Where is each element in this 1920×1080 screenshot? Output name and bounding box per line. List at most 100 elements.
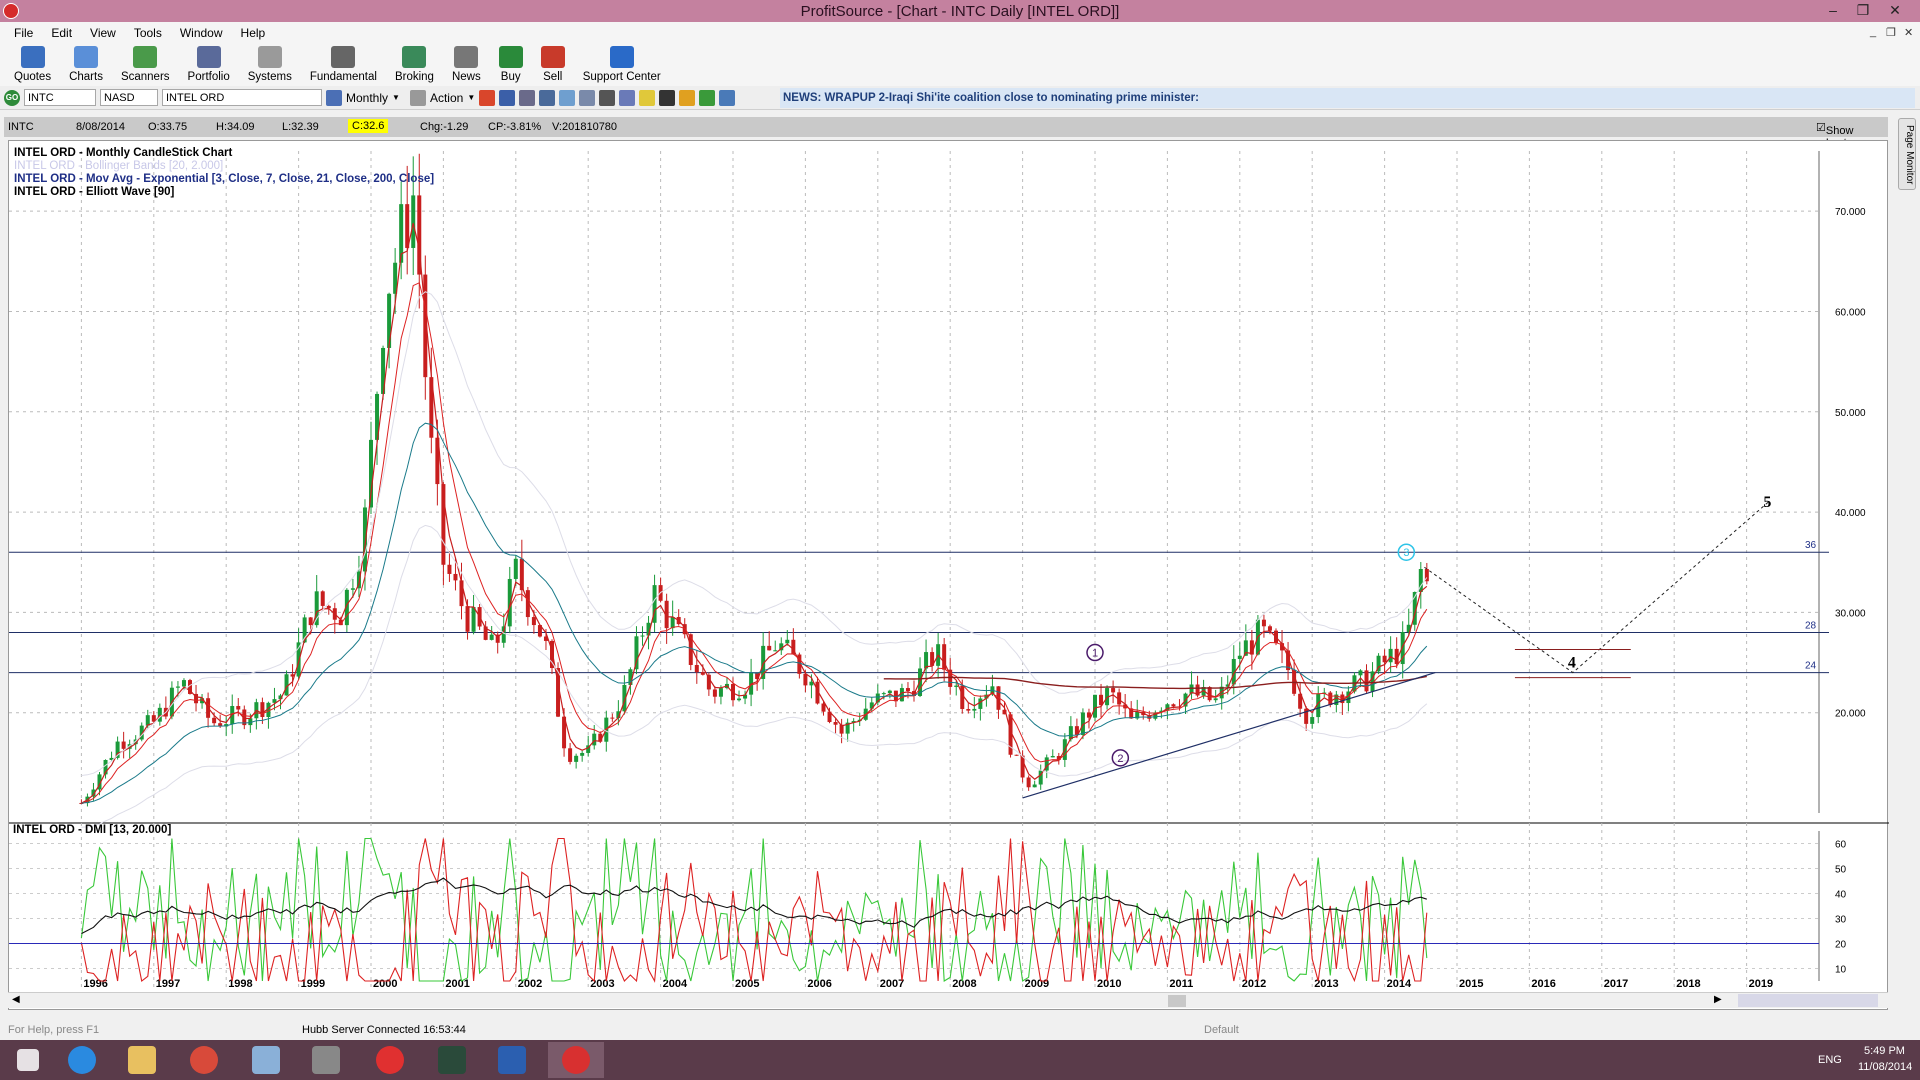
legend-elliott-wave[interactable]: INTEL ORD - Elliott Wave [90] [14, 186, 434, 199]
toolbar-scanners-button[interactable]: Scanners [117, 44, 174, 86]
candle-body [387, 293, 392, 348]
star-icon[interactable] [679, 89, 696, 106]
toolbar-broking-button[interactable]: Broking [391, 44, 438, 86]
save-icon[interactable] [499, 89, 516, 106]
year-tick-label: 2019 [1749, 978, 1773, 990]
news-ticker[interactable]: NEWS: WRAPUP 2-Iraqi Shi'ite coalition c… [780, 88, 1915, 108]
toolbar-systems-button[interactable]: Systems [244, 44, 296, 86]
toolbar-charts-button[interactable]: Charts [65, 44, 107, 86]
quote-change: Chg:-1.29 [420, 121, 469, 133]
mdi-close-icon[interactable]: ✕ [1904, 26, 1913, 39]
toolbar-portfolio-button[interactable]: Portfolio [184, 44, 234, 86]
candle-body [1388, 648, 1393, 663]
elliott-wave-label: 1 [1092, 648, 1098, 660]
legend-candlestick[interactable]: INTEL ORD - Monthly CandleStick Chart [14, 147, 434, 160]
menu-tools[interactable]: Tools [126, 26, 170, 40]
period-dropdown[interactable]: Monthly [346, 91, 388, 105]
toolbar-fundamental-button[interactable]: Fundamental [306, 44, 381, 86]
candle-body [881, 693, 886, 695]
internet-explorer-icon[interactable] [54, 1042, 110, 1078]
tray-date[interactable]: 11/08/2014 [1858, 1061, 1912, 1073]
file-explorer-icon[interactable] [114, 1042, 170, 1078]
tray-time[interactable]: 5:49 PM [1864, 1045, 1905, 1057]
candle-body [809, 681, 814, 686]
indicator-icon[interactable] [619, 89, 636, 106]
dmi-title: INTEL ORD - DMI [13, 20.000] [13, 824, 171, 836]
dmi-tick-label: 20 [1835, 940, 1847, 951]
legend-bollinger[interactable]: INTEL ORD - Bollinger Bands [20, 2.000] [14, 160, 434, 173]
trade-icon[interactable] [699, 89, 716, 106]
symbol-input[interactable] [24, 89, 96, 106]
candle-body [580, 752, 585, 756]
candle-body [1111, 688, 1116, 693]
restore-icon[interactable]: ❐ [1848, 0, 1878, 22]
menu-edit[interactable]: Edit [43, 26, 80, 40]
year-tick-label: 2009 [1025, 978, 1049, 990]
toolbar-news-button[interactable]: News [448, 44, 485, 86]
security-name-input[interactable] [162, 89, 322, 106]
tools-icon[interactable] [599, 89, 616, 106]
tray-language[interactable]: ENG [1818, 1054, 1842, 1066]
window-icon[interactable] [579, 89, 596, 106]
lightbulb-icon[interactable] [639, 89, 656, 106]
mdi-minimize-icon[interactable]: _ [1870, 26, 1876, 38]
word-icon[interactable] [484, 1042, 540, 1078]
legend-moving-average[interactable]: INTEL ORD - Mov Avg - Exponential [3, Cl… [14, 173, 434, 186]
quote-symbol: INTC [8, 121, 34, 133]
action-chevron-down-icon[interactable]: ▼ [467, 93, 475, 102]
toolbar-sell-button[interactable]: Sell [537, 44, 569, 86]
settings-icon[interactable] [519, 89, 536, 106]
menu-file[interactable]: File [6, 26, 41, 40]
action-dropdown[interactable]: Action [430, 91, 463, 105]
go-icon[interactable]: GO [4, 89, 20, 106]
toolbar-support-center-button[interactable]: Support Center [579, 44, 665, 86]
media-icon[interactable] [298, 1042, 354, 1078]
windows-start-icon[interactable] [0, 1042, 56, 1078]
profitsource-icon[interactable] [548, 1042, 604, 1078]
toolbar-buy-button[interactable]: Buy [495, 44, 527, 86]
candle-body [350, 588, 355, 590]
candle-body [471, 607, 476, 632]
scroll-right-icon[interactable]: ▶ [1714, 994, 1722, 1005]
candle-body [785, 639, 790, 644]
binoculars-icon[interactable] [659, 89, 676, 106]
horizontal-scrollbar[interactable]: ◀ ▶ [8, 992, 1888, 1008]
bollinger-lower-line [81, 524, 1428, 828]
toolbar-label: Fundamental [309, 71, 377, 83]
print-icon[interactable] [539, 89, 556, 106]
quote-volume: V:201810780 [552, 121, 618, 133]
scroll-left-icon[interactable]: ◀ [12, 994, 20, 1005]
candle-body [1026, 777, 1031, 788]
arrow-down-icon[interactable] [479, 89, 496, 106]
mdi-restore-icon[interactable]: ❐ [1886, 26, 1896, 39]
menu-view[interactable]: View [82, 26, 124, 40]
menu-window[interactable]: Window [172, 26, 231, 40]
year-tick-label: 2015 [1459, 978, 1483, 990]
candle-body [489, 634, 494, 640]
toolbar-label: Sell [543, 71, 563, 83]
tree-icon[interactable] [719, 89, 736, 106]
minimize-icon[interactable]: – [1818, 0, 1848, 22]
go-app-icon[interactable] [424, 1042, 480, 1078]
show-last-checkbox[interactable]: ☑ Show Last [1816, 121, 1853, 149]
chrome-icon[interactable] [176, 1042, 232, 1078]
candle-body [1171, 704, 1176, 707]
page-monitor-tab[interactable]: Page Monitor [1898, 118, 1916, 190]
toolbar-quotes-button[interactable]: Quotes [10, 44, 55, 86]
level-label: 28 [1805, 620, 1817, 631]
title-bar: ProfitSource - [Chart - INTC Daily [INTE… [0, 0, 1920, 22]
app-red-icon[interactable] [362, 1042, 418, 1078]
calculator-icon[interactable] [238, 1042, 294, 1078]
period-chevron-down-icon[interactable]: ▼ [392, 93, 400, 102]
toolbar-label: Quotes [14, 71, 52, 83]
zoom-controls[interactable] [1738, 994, 1878, 1007]
exchange-select[interactable] [100, 89, 158, 106]
scroll-thumb[interactable] [1168, 995, 1186, 1007]
zoom-icon[interactable] [559, 89, 576, 106]
buy-icon [498, 46, 523, 68]
chart-area[interactable]: 1996 1997 1998 1999 2000 2001 2002 2003 2004 2005… [8, 140, 1889, 1011]
price-chart[interactable]: 1996 1997 1998 1999 2000 2001 2002 2003 2004 2005… [9, 141, 1889, 1011]
menu-help[interactable]: Help [233, 26, 274, 40]
candle-body [640, 635, 645, 637]
close-icon[interactable]: ✕ [1880, 0, 1910, 22]
